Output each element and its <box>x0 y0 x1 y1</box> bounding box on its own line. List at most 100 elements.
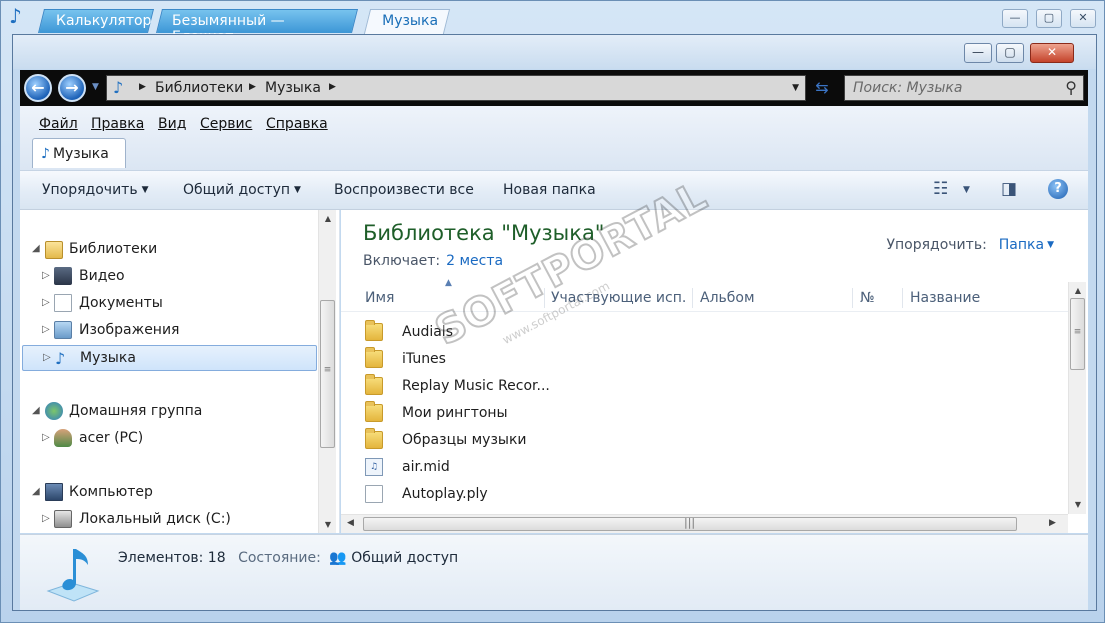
maximize-button[interactable]: ▢ <box>996 43 1024 63</box>
arrange-by-dropdown[interactable]: Папка ▼ <box>999 237 1054 253</box>
view-dropdown-icon[interactable]: ▼ <box>963 185 970 195</box>
nav-item-computer[interactable]: ◢ Компьютер <box>20 480 318 506</box>
sort-ascending-icon: ▲ <box>445 278 452 288</box>
nav-item-homegroup[interactable]: ◢ Домашняя группа <box>20 399 318 425</box>
new-folder-button[interactable]: Новая папка <box>503 182 596 198</box>
column-title[interactable]: Название <box>910 290 1060 306</box>
midi-file-icon: ♫ <box>365 458 383 476</box>
breadcrumb-libraries[interactable]: Библиотеки <box>155 80 243 96</box>
documents-icon <box>54 294 72 312</box>
breadcrumb-separator[interactable]: ▶ <box>139 82 146 92</box>
search-icon[interactable]: ⚲ <box>1065 78 1077 97</box>
outer-close-button[interactable]: ✕ <box>1070 9 1096 28</box>
tab-music-inner[interactable]: ♪ Музыка <box>32 138 126 168</box>
scroll-down-icon[interactable]: ▼ <box>319 520 337 529</box>
view-options-icon[interactable]: ☷ <box>933 179 948 199</box>
forward-button[interactable]: → <box>58 74 86 102</box>
scroll-right-icon[interactable]: ▶ <box>1049 518 1056 528</box>
music-library-icon: ♪ <box>55 349 66 368</box>
search-input[interactable]: Поиск: Музыка ⚲ <box>844 75 1084 101</box>
address-field[interactable]: ♪ ▶ Библиотеки ▶ Музыка ▶ ▼ <box>106 75 806 101</box>
menu-help[interactable]: Справка <box>266 116 328 132</box>
outer-maximize-button[interactable]: ▢ <box>1036 9 1062 28</box>
nav-item-music[interactable]: ▷ ♪ Музыка <box>22 345 317 371</box>
expand-icon[interactable]: ▷ <box>42 270 50 281</box>
nav-scrollbar[interactable]: ▲ ≡ ▼ <box>318 210 336 533</box>
nav-item-images[interactable]: ▷ Изображения <box>20 318 318 344</box>
share-button[interactable]: Общий доступ ▼ <box>183 182 301 198</box>
help-icon[interactable]: ? <box>1048 179 1068 199</box>
collapse-icon[interactable]: ◢ <box>32 405 40 416</box>
menu-tools[interactable]: Сервис <box>200 116 252 132</box>
nav-item-libraries[interactable]: ◢ Библиотеки <box>20 237 318 263</box>
expand-icon[interactable]: ▷ <box>43 352 51 363</box>
content-scrollbar[interactable]: ▲ ≡ ▼ <box>1068 282 1086 514</box>
details-pane: Элементов: 18 Состояние: 👥 Общий доступ <box>20 534 1088 610</box>
breadcrumb-music[interactable]: Музыка <box>265 80 321 96</box>
folder-icon <box>365 374 383 395</box>
horizontal-scrollbar[interactable]: ◀ ||| ▶ <box>341 514 1068 533</box>
column-number[interactable]: № <box>860 290 890 306</box>
breadcrumb-separator[interactable]: ▶ <box>249 82 256 92</box>
user-icon <box>54 429 72 447</box>
details-text: Элементов: 18 Состояние: 👥 Общий доступ <box>118 550 458 566</box>
breadcrumb-separator[interactable]: ▶ <box>329 82 336 92</box>
scroll-up-icon[interactable]: ▲ <box>319 214 337 223</box>
nav-item-documents[interactable]: ▷ Документы <box>20 291 318 317</box>
organize-button[interactable]: Упорядочить ▼ <box>42 182 149 198</box>
column-artists[interactable]: Участвующие исп... <box>551 290 686 306</box>
expand-icon[interactable]: ▷ <box>42 513 50 524</box>
search-placeholder: Поиск: Музыка <box>853 80 963 96</box>
tab-calculator[interactable]: Калькулятор <box>38 9 154 33</box>
nav-label: Изображения <box>79 322 180 338</box>
command-bar: Упорядочить ▼ Общий доступ ▼ Воспроизвести… <box>20 170 1088 210</box>
scrollbar-thumb[interactable]: ||| <box>363 516 1017 531</box>
column-album[interactable]: Альбом <box>700 290 840 306</box>
folder-icon <box>365 320 383 341</box>
menu-edit[interactable]: Правка <box>91 116 144 132</box>
library-includes: Включает: 2 места <box>363 253 504 269</box>
navigation-pane: ◢ Библиотеки ▷ Видео ▷ Документы ▷ Изобр… <box>20 210 340 533</box>
music-library-icon: ♪ <box>41 146 50 162</box>
play-all-button[interactable]: Воспроизвести все <box>334 182 474 198</box>
expand-icon[interactable]: ▷ <box>42 297 50 308</box>
nav-label: Домашняя группа <box>69 403 203 419</box>
inner-titlebar: — ▢ ✕ <box>13 35 1096 69</box>
recent-pages-dropdown[interactable]: ▼ <box>92 82 99 92</box>
menu-view[interactable]: Вид <box>158 116 186 132</box>
refresh-icon[interactable]: ⇆ <box>810 75 834 101</box>
preview-pane-icon[interactable]: ◨ <box>1001 179 1017 199</box>
scroll-up-icon[interactable]: ▲ <box>1069 286 1087 295</box>
scrollbar-thumb[interactable]: ≡ <box>320 300 335 448</box>
computer-icon <box>45 483 63 501</box>
expand-icon[interactable]: ▷ <box>42 432 50 443</box>
collapse-icon[interactable]: ◢ <box>32 243 40 254</box>
scroll-down-icon[interactable]: ▼ <box>1069 500 1087 509</box>
back-button[interactable]: ← <box>24 74 52 102</box>
scrollbar-thumb[interactable]: ≡ <box>1070 298 1085 370</box>
chevron-down-icon: ▼ <box>141 185 149 195</box>
includes-link[interactable]: 2 места <box>446 253 503 269</box>
nav-item-video[interactable]: ▷ Видео <box>20 264 318 290</box>
address-dropdown-icon[interactable]: ▼ <box>792 83 799 93</box>
column-name[interactable]: Имя <box>365 290 535 306</box>
nav-item-local-disk[interactable]: ▷ Локальный диск (C:) <box>20 507 318 533</box>
share-users-icon: 👥 <box>329 550 347 566</box>
tab-notepad[interactable]: Безымянный — Блокнот <box>156 9 358 45</box>
nav-item-acer[interactable]: ▷ acer (PC) <box>20 426 318 452</box>
folder-icon <box>365 401 383 422</box>
music-library-large-icon <box>46 549 100 602</box>
outer-minimize-button[interactable]: — <box>1002 9 1028 28</box>
document-file-icon <box>365 485 383 503</box>
tab-music[interactable]: Музыка <box>363 9 451 34</box>
menu-bar: Файл Правка Вид Сервис Справка ♪ Музыка <box>20 106 1088 170</box>
scroll-left-icon[interactable]: ◀ <box>347 518 354 528</box>
outer-window: ♪ Калькулятор Безымянный — Блокнот Музык… <box>0 0 1105 623</box>
collapse-icon[interactable]: ◢ <box>32 486 40 497</box>
minimize-button[interactable]: — <box>964 43 992 63</box>
menu-file[interactable]: Файл <box>39 116 78 132</box>
expand-icon[interactable]: ▷ <box>42 324 50 335</box>
nav-label: acer (PC) <box>79 430 144 446</box>
chevron-down-icon: ▼ <box>1047 240 1054 250</box>
close-button[interactable]: ✕ <box>1030 43 1074 63</box>
